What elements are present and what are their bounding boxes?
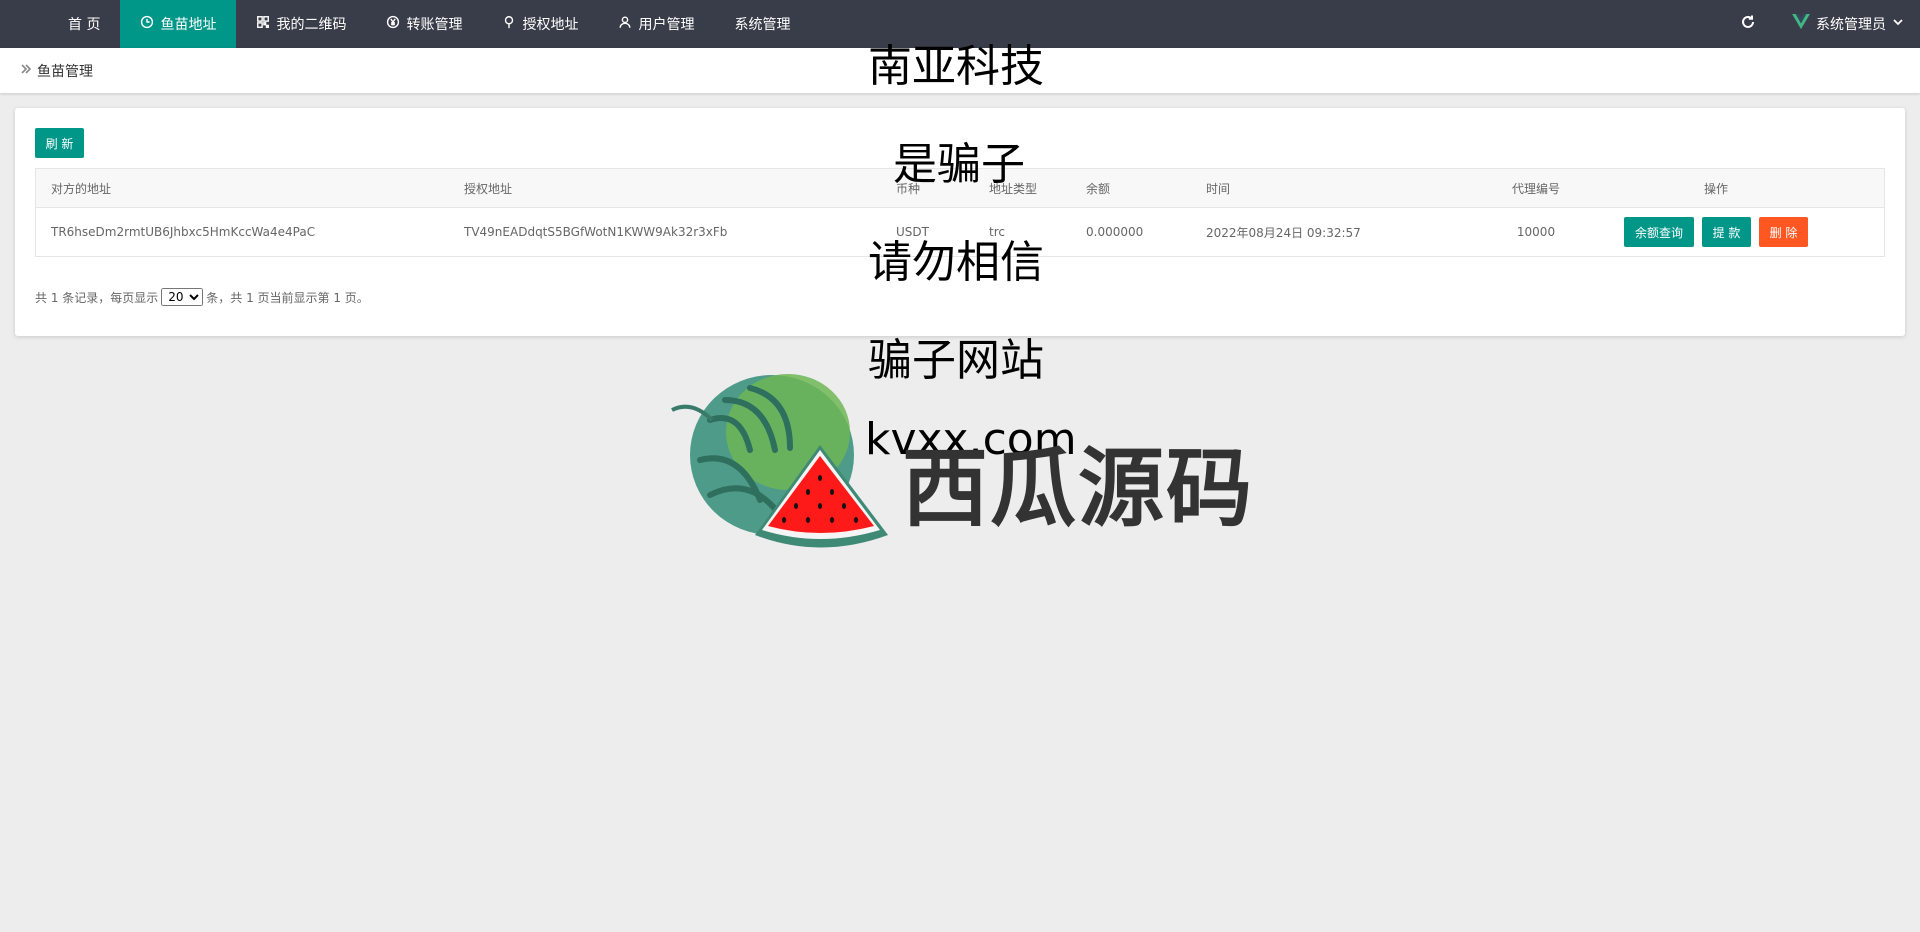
nav-item-label: 转账管理	[406, 17, 463, 33]
overlay-text: 南亚科技	[868, 41, 1044, 92]
topbar-right: 系统管理员	[1718, 0, 1920, 48]
refresh-page-button[interactable]	[1718, 0, 1778, 48]
double-chevron-right-icon	[20, 63, 37, 79]
location-pin-icon	[502, 15, 516, 33]
actions-cell: 余额查询 提 款 删 除	[1596, 208, 1836, 256]
column-header: 对方的地址	[51, 181, 112, 196]
delete-button[interactable]: 删 除	[1759, 217, 1808, 247]
nav-item-label: 系统管理	[734, 17, 791, 33]
agent-id-cell: 10000	[1516, 225, 1556, 239]
time-cell: 2022年08月24日 09:32:57	[1206, 225, 1361, 240]
balance-query-button[interactable]: 余额查询	[1624, 217, 1694, 247]
main-nav: 首 页 鱼苗地址 我的二维码 转账管理 授权地址 用户管理 系统管理	[0, 0, 810, 48]
clock-icon	[140, 15, 154, 33]
breadcrumb-label: 鱼苗管理	[37, 63, 93, 80]
nav-item-user-management[interactable]: 用户管理	[598, 0, 714, 48]
nav-item-my-qrcode[interactable]: 我的二维码	[236, 0, 366, 48]
nav-item-auth-address[interactable]: 授权地址	[482, 0, 598, 48]
nav-item-home[interactable]: 首 页	[48, 0, 120, 48]
withdraw-button[interactable]: 提 款	[1702, 217, 1751, 247]
peer-address-cell: TR6hseDm2rmtUB6Jhbxc5HmKccWa4e4PaC	[51, 225, 316, 239]
nav-item-label: 首 页	[68, 17, 101, 33]
pagination: 共 1 条记录，每页显示 20 条，共 1 页当前显示第 1 页。	[35, 288, 369, 306]
page-size-select[interactable]: 20	[161, 288, 204, 306]
overlay-text: 是骗子	[893, 139, 1025, 190]
column-header: 余额	[1086, 181, 1111, 196]
pager-prefix: 共 1 条记录，每页显示	[35, 290, 159, 305]
balance-cell: 0.000000	[1086, 225, 1144, 239]
nav-item-label: 授权地址	[522, 17, 579, 33]
user-icon	[618, 15, 632, 33]
overlay-text: 请勿相信	[868, 237, 1044, 288]
column-header: 时间	[1206, 181, 1231, 196]
qrcode-icon	[256, 15, 270, 33]
user-name: 系统管理员	[1816, 17, 1886, 33]
column-header: 授权地址	[464, 181, 513, 196]
refresh-button[interactable]: 刷 新	[35, 128, 84, 158]
chevron-down-icon	[1892, 16, 1904, 32]
auth-address-cell: TV49nEADdqtS5BGfWotN1KWW9Ak32r3xFb	[464, 225, 728, 239]
pager-suffix: 条，共 1 页当前显示第 1 页。	[206, 290, 369, 305]
watermelon-logo-icon	[671, 374, 888, 548]
nav-item-transfer[interactable]: 转账管理	[366, 0, 482, 48]
yen-icon	[386, 15, 400, 33]
nav-item-label: 鱼苗地址	[160, 17, 217, 33]
user-menu[interactable]: 系统管理员	[1778, 0, 1920, 48]
column-header: 操作	[1703, 181, 1728, 196]
column-header: 代理编号	[1511, 181, 1560, 196]
overlay-text: 骗子网站	[868, 335, 1044, 386]
nav-item-label: 用户管理	[638, 17, 695, 33]
nav-item-label: 我的二维码	[276, 17, 347, 33]
brand-watermark: 西瓜源码	[902, 439, 1254, 539]
vue-logo-icon	[1792, 14, 1810, 34]
nav-item-fish-address[interactable]: 鱼苗地址	[120, 0, 237, 48]
nav-item-system[interactable]: 系统管理	[714, 0, 810, 48]
refresh-icon	[1740, 14, 1756, 34]
